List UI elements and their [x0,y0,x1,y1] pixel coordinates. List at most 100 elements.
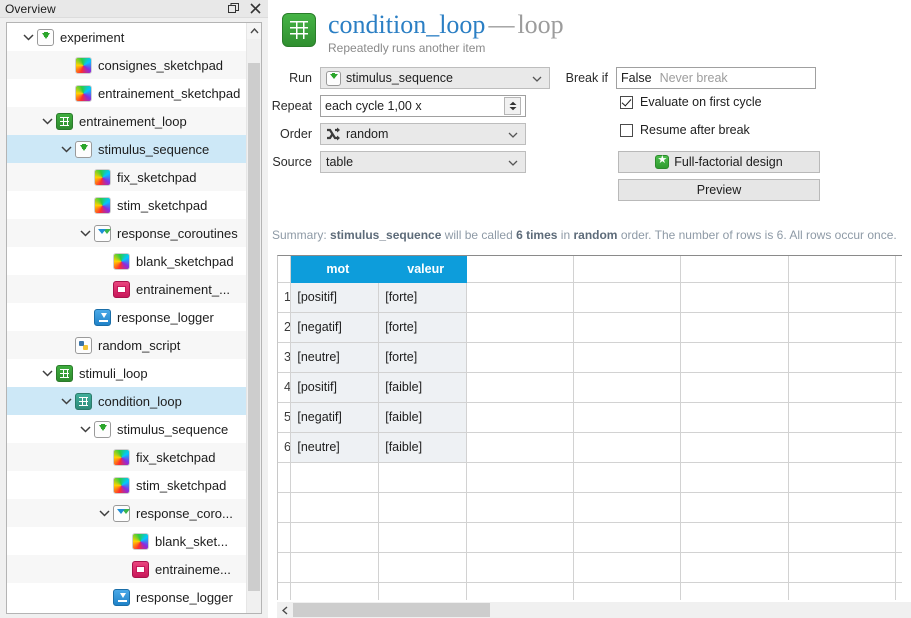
close-icon[interactable] [244,1,266,17]
chevron-down-icon[interactable] [95,499,113,527]
tree-item-random-script[interactable]: random_script [7,331,246,359]
table-cell[interactable] [788,402,896,433]
table-cell[interactable] [788,582,896,600]
table-row[interactable] [278,552,902,583]
page-title[interactable]: condition_loop — loop [328,10,564,40]
table-row[interactable]: 5 [negatif] [faible] [278,402,902,433]
table-column-header-mot[interactable]: mot [290,256,380,283]
table-column-header-empty[interactable] [895,256,902,283]
table-cell[interactable] [573,372,682,403]
table-cell[interactable]: [faible] [378,402,468,433]
table-cell[interactable]: [neutre] [290,342,380,373]
table-cell[interactable] [573,522,682,553]
table-column-header-empty[interactable] [573,256,682,283]
table-cell[interactable] [680,522,789,553]
table-cell[interactable]: [forte] [378,282,468,313]
table-column-header-valeur[interactable]: valeur [378,256,468,283]
table-horizontal-scrollbar[interactable] [277,602,911,618]
table-cell[interactable] [573,432,682,463]
table-cell[interactable] [788,522,896,553]
table-cell[interactable] [895,402,902,433]
tree-item-blank-sketchpad[interactable]: blank_sketchpad [7,247,246,275]
resume-after-break-row[interactable]: Resume after break [620,123,750,137]
chevron-down-icon[interactable] [76,415,94,443]
table-cell[interactable] [290,462,380,493]
table-cell[interactable] [680,312,789,343]
tree-item-fix-sketchpad[interactable]: fix_sketchpad [7,163,246,191]
table-cell[interactable] [466,282,575,313]
table-cell[interactable] [573,342,682,373]
table-cell[interactable] [378,552,468,583]
evaluate-first-cycle-checkbox[interactable] [620,95,633,109]
tree-item-entraineme-[interactable]: entraineme... [7,555,246,583]
scroll-up-icon[interactable] [247,23,261,39]
table-cell[interactable] [788,462,896,493]
table-column-header-empty[interactable] [466,256,575,283]
table-cell[interactable] [378,492,468,523]
table-cell[interactable] [466,462,575,493]
table-row[interactable]: 4 [positif] [faible] [278,372,902,403]
scroll-left-icon[interactable] [277,602,292,618]
table-cell[interactable] [895,432,902,463]
table-column-header-empty[interactable] [680,256,789,283]
stepper-down-icon[interactable] [509,106,517,111]
table-cell[interactable] [290,522,380,553]
source-combobox[interactable]: table [320,151,526,173]
tree-item-response-coro-[interactable]: response_coro... [7,499,246,527]
table-cell[interactable] [680,492,789,523]
tree-vertical-scrollbar[interactable] [246,23,261,613]
chevron-down-icon[interactable] [38,107,56,135]
evaluate-first-cycle-row[interactable]: Evaluate on first cycle [620,95,762,109]
table-cell[interactable] [378,582,468,600]
table-cell[interactable] [573,282,682,313]
preview-button[interactable]: Preview [618,179,820,201]
table-cell[interactable] [573,312,682,343]
break-if-input[interactable]: False Never break [616,67,816,89]
table-cell[interactable] [573,492,682,523]
table-row[interactable]: 3 [neutre] [forte] [278,342,902,373]
table-cell[interactable] [680,552,789,583]
table-row[interactable] [278,492,902,523]
table-cell[interactable] [573,402,682,433]
tree-item-stimuli-loop[interactable]: stimuli_loop [7,359,246,387]
table-cell[interactable] [788,372,896,403]
experiment-tree[interactable]: experiment consignes_sketchpad entrainemen… [7,23,246,613]
tree-scroll-thumb[interactable] [248,63,260,591]
table-row[interactable] [278,522,902,553]
float-window-icon[interactable] [222,1,244,17]
table-cell[interactable] [895,342,902,373]
tree-item-entrainement-[interactable]: entrainement_... [7,275,246,303]
table-cell[interactable] [573,582,682,600]
table-cell[interactable]: [faible] [378,372,468,403]
run-combobox[interactable]: stimulus_sequence [320,67,550,89]
repeat-spinbox[interactable]: each cycle 1,00 x [320,95,526,117]
table-cell[interactable] [466,522,575,553]
tree-item-stim-sketchpad[interactable]: stim_sketchpad [7,471,246,499]
break-if-value[interactable]: False [621,71,652,85]
table-cell[interactable] [466,492,575,523]
table-cell[interactable]: [neutre] [290,432,380,463]
chevron-down-icon[interactable] [57,387,75,415]
table-cell[interactable] [895,552,902,583]
tree-item-experiment[interactable]: experiment [7,23,246,51]
table-cell[interactable] [290,492,380,523]
table-cell[interactable] [466,372,575,403]
table-cell[interactable] [895,312,902,343]
table-cell[interactable]: [negatif] [290,312,380,343]
resume-after-break-checkbox[interactable] [620,123,633,137]
table-cell[interactable] [680,432,789,463]
tree-item-entrainement-sketchpad[interactable]: entrainement_sketchpad [7,79,246,107]
table-cell[interactable] [788,552,896,583]
tree-item-stimulus-sequence[interactable]: stimulus_sequence [7,135,246,163]
table-cell[interactable] [573,552,682,583]
table-cell[interactable] [788,282,896,313]
tree-item-blank-sket-[interactable]: blank_sket... [7,527,246,555]
table-cell[interactable]: [forte] [378,342,468,373]
tree-item-fix-sketchpad[interactable]: fix_sketchpad [7,443,246,471]
table-cell[interactable] [466,342,575,373]
full-factorial-design-button[interactable]: Full-factorial design [618,151,820,173]
tree-item-response-logger[interactable]: response_logger [7,303,246,331]
table-cell[interactable] [788,492,896,523]
tree-item-response-logger[interactable]: response_logger [7,583,246,611]
table-cell[interactable] [680,372,789,403]
